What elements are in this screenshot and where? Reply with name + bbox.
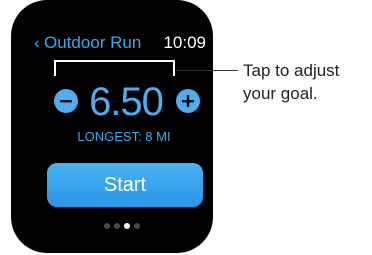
screenshot: ‹ Outdoor Run 10:09 6.50 LONGEST: 8 MI S… — [0, 0, 372, 255]
goal-value[interactable]: 6.50 — [80, 80, 172, 124]
watch-screen: ‹ Outdoor Run 10:09 6.50 LONGEST: 8 MI S… — [11, 0, 213, 253]
start-button[interactable]: Start — [47, 163, 203, 207]
page-dot — [134, 223, 140, 229]
workout-title[interactable]: Outdoor Run — [44, 33, 141, 53]
plus-icon — [182, 95, 194, 107]
page-dot — [114, 223, 120, 229]
page-indicator — [104, 223, 140, 229]
callout-line-2: your goal. — [243, 84, 318, 103]
increase-goal-button[interactable] — [176, 89, 200, 113]
minus-icon — [60, 100, 72, 103]
callout-text: Tap to adjust your goal. — [243, 59, 372, 105]
decrease-goal-button[interactable] — [54, 89, 78, 113]
goal-bracket — [54, 60, 175, 76]
callout-leader-line — [176, 70, 238, 71]
page-dot — [104, 223, 110, 229]
page-dot-active — [124, 223, 130, 229]
longest-distance-label: LONGEST: 8 MI — [77, 129, 171, 144]
header: ‹ Outdoor Run 10:09 — [34, 33, 206, 55]
callout-line-1: Tap to adjust — [243, 61, 340, 80]
clock-time: 10:09 — [163, 33, 206, 52]
back-chevron-icon[interactable]: ‹ — [34, 33, 40, 53]
